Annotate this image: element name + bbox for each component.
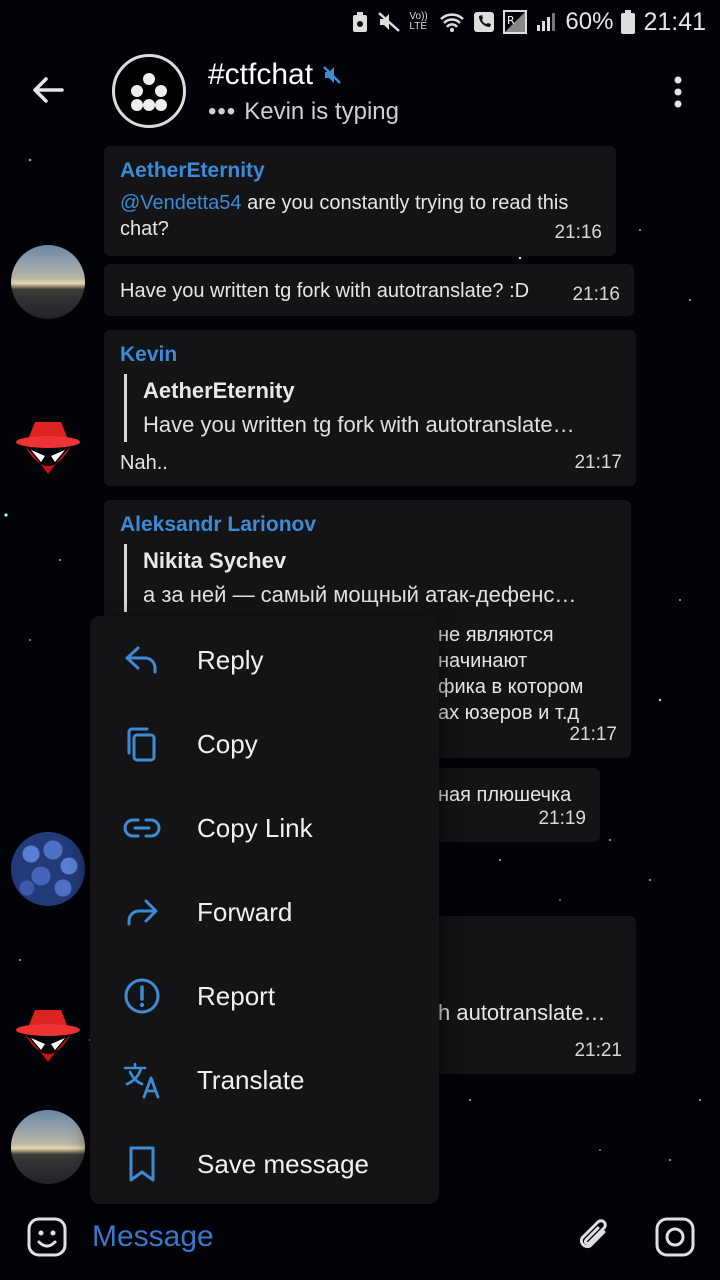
hacker-avatar-icon: [16, 1010, 80, 1062]
battery-saver-icon: [353, 12, 368, 32]
status-bar: Vo)) LTE R 60% 21:41: [0, 0, 720, 44]
message-text: Have you written tg fork with autotransl…: [120, 280, 530, 302]
svg-text:R: R: [507, 14, 515, 27]
message-bubble[interactable]: AetherEternity @Vendetta54 are you const…: [104, 146, 616, 256]
reply-icon: [125, 646, 157, 674]
link-icon: [123, 818, 161, 838]
signal-icon: [537, 13, 556, 31]
reply-quote[interactable]: Nikita Sychev а за ней — самый мощный ат…: [124, 544, 615, 612]
menu-item-copy[interactable]: Copy: [90, 702, 439, 786]
user-avatar[interactable]: [11, 1000, 85, 1074]
menu-item-forward[interactable]: Forward: [90, 870, 439, 954]
message-bubble[interactable]: Have you written tg fork with autotransl…: [104, 264, 634, 316]
wifi-icon: [440, 13, 465, 32]
hacker-avatar-icon: [16, 422, 80, 474]
call-icon: [474, 12, 495, 32]
typing-status: ••• Kevin is typing: [208, 98, 399, 126]
menu-item-copy-link[interactable]: Copy Link: [90, 786, 439, 870]
message-time: 21:17: [574, 452, 622, 473]
chat-header: #ctfchat ••• Kevin is typing: [0, 44, 720, 140]
message-bubble[interactable]: ная плюшечка 21:19: [420, 768, 600, 842]
battery-percent: 60%: [565, 8, 614, 35]
forward-icon: [127, 899, 158, 926]
signal-r-icon: R: [503, 10, 528, 34]
menu-item-translate[interactable]: Translate: [90, 1038, 439, 1122]
message-time: 21:21: [574, 1040, 622, 1061]
user-avatar[interactable]: [11, 412, 85, 486]
message-text: h autotranslate…: [438, 1000, 606, 1025]
menu-item-reply[interactable]: Reply: [90, 618, 439, 702]
reply-quote[interactable]: AetherEternity Have you written tg fork …: [124, 374, 620, 442]
message-text: не являются начинают фика в котором ах ю…: [438, 624, 584, 724]
muted-icon: [323, 66, 341, 84]
message-time: 21:17: [569, 724, 617, 745]
chat-title[interactable]: #ctfchat: [208, 58, 343, 92]
clock: 21:41: [643, 7, 706, 36]
message-text: ная плюшечка: [438, 784, 572, 806]
bookmark-icon: [129, 1146, 155, 1182]
user-avatar[interactable]: [11, 245, 85, 319]
battery-icon: [621, 10, 636, 34]
message-text: Nah..: [120, 452, 168, 474]
message-time: 21:16: [572, 284, 620, 305]
back-arrow-icon[interactable]: [28, 70, 68, 110]
message-time: 21:16: [554, 222, 602, 243]
report-icon: [124, 978, 160, 1014]
message-bubble[interactable]: Kevin AetherEternity Have you written tg…: [104, 330, 636, 486]
volte-label: Vo)) LTE: [409, 11, 428, 32]
message-input[interactable]: [92, 1220, 492, 1254]
more-options-icon[interactable]: [664, 74, 692, 110]
quote-text: а за ней — самый мощный атак-дефенс…: [143, 582, 577, 607]
camera-icon[interactable]: [654, 1216, 696, 1258]
mention-link[interactable]: @Vendetta54: [120, 192, 242, 214]
chat-avatar[interactable]: [112, 54, 186, 128]
group-logo-icon: [131, 73, 167, 111]
message-context-menu: Reply Copy Copy Link Forward Report Tran…: [90, 616, 439, 1204]
message-bubble[interactable]: h autotranslate… 21:21: [420, 916, 636, 1074]
message-composer: [0, 1200, 720, 1280]
translate-icon: [123, 1062, 160, 1099]
message-sender[interactable]: Aleksandr Larionov: [120, 512, 615, 538]
menu-item-save-message[interactable]: Save message: [90, 1122, 439, 1206]
message-sender[interactable]: Kevin: [120, 342, 620, 368]
user-avatar[interactable]: [11, 1110, 85, 1184]
message-sender[interactable]: AetherEternity: [120, 158, 600, 184]
copy-icon: [127, 727, 156, 762]
quote-author: Nikita Sychev: [143, 548, 287, 573]
typing-status-text: Kevin is typing: [244, 98, 399, 125]
emoji-icon[interactable]: [26, 1216, 68, 1258]
mute-icon: [378, 12, 401, 32]
user-avatar[interactable]: [11, 832, 85, 906]
quote-text: Have you written tg fork with autotransl…: [143, 412, 575, 437]
chat-title-text: #ctfchat: [208, 58, 314, 91]
message-time: 21:19: [538, 808, 586, 829]
menu-item-report[interactable]: Report: [90, 954, 439, 1038]
typing-dots: •••: [208, 98, 237, 125]
attach-icon[interactable]: [574, 1214, 614, 1258]
quote-author: AetherEternity: [143, 378, 295, 403]
message-text: @Vendetta54 are you constantly trying to…: [120, 192, 569, 240]
